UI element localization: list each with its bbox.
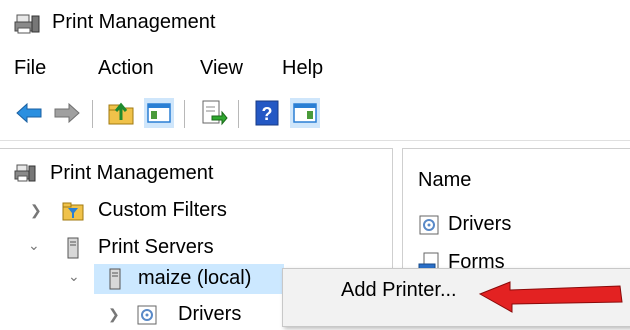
menu-action[interactable]: Action bbox=[98, 57, 154, 80]
tree-node-drivers[interactable]: ❯ Drivers bbox=[108, 300, 308, 330]
server-icon bbox=[67, 237, 79, 259]
toolbar: ? bbox=[0, 90, 630, 141]
chevron-right-icon[interactable]: ❯ bbox=[30, 202, 42, 219]
svg-text:?: ? bbox=[262, 104, 273, 124]
drivers-icon bbox=[419, 215, 439, 235]
list-item[interactable]: Drivers bbox=[418, 210, 618, 240]
forward-arrow-icon[interactable] bbox=[52, 98, 82, 128]
filter-folder-icon bbox=[62, 202, 84, 221]
toolbar-separator bbox=[92, 100, 93, 128]
printer-icon bbox=[14, 164, 36, 182]
chevron-right-icon[interactable]: ❯ bbox=[108, 306, 120, 323]
column-header-name[interactable]: Name bbox=[418, 169, 471, 192]
tree-label: Drivers bbox=[178, 303, 242, 325]
tree-label: Print Management bbox=[50, 162, 214, 184]
list-item-label: Drivers bbox=[448, 213, 512, 235]
menu-help[interactable]: Help bbox=[282, 57, 323, 80]
tree-node-print-servers[interactable]: ⌄ Print Servers bbox=[28, 233, 330, 263]
toolbar-separator bbox=[184, 100, 185, 128]
server-icon bbox=[109, 268, 121, 290]
menu-view[interactable]: View bbox=[200, 57, 243, 80]
help-icon[interactable]: ? bbox=[252, 98, 282, 128]
printer-app-icon bbox=[14, 14, 40, 34]
menu-bar: File Action View Help bbox=[0, 48, 630, 90]
context-menu-add-printer[interactable]: Add Printer... bbox=[341, 279, 457, 302]
tree-node-print-management[interactable]: Print Management bbox=[14, 159, 314, 189]
title-bar: Print Management bbox=[0, 0, 630, 46]
tree-label: maize (local) bbox=[138, 267, 252, 289]
drivers-icon bbox=[137, 305, 157, 325]
menu-file[interactable]: File bbox=[14, 57, 46, 80]
back-arrow-icon[interactable] bbox=[14, 98, 44, 128]
action-pane-icon[interactable] bbox=[290, 98, 320, 128]
tree-node-custom-filters[interactable]: ❯ Custom Filters bbox=[30, 196, 330, 226]
red-arrow-icon bbox=[478, 281, 623, 313]
chevron-down-icon[interactable]: ⌄ bbox=[28, 237, 40, 254]
toolbar-separator bbox=[238, 100, 239, 128]
chevron-down-icon[interactable]: ⌄ bbox=[68, 268, 80, 285]
show-hide-tree-icon[interactable] bbox=[144, 98, 174, 128]
tree-label: Print Servers bbox=[98, 236, 214, 258]
export-list-icon[interactable] bbox=[198, 98, 228, 128]
tree-label: Custom Filters bbox=[98, 199, 227, 221]
up-folder-icon[interactable] bbox=[106, 98, 136, 128]
tree-node-maize-local[interactable]: maize (local) bbox=[94, 264, 284, 294]
window-title: Print Management bbox=[52, 11, 216, 33]
